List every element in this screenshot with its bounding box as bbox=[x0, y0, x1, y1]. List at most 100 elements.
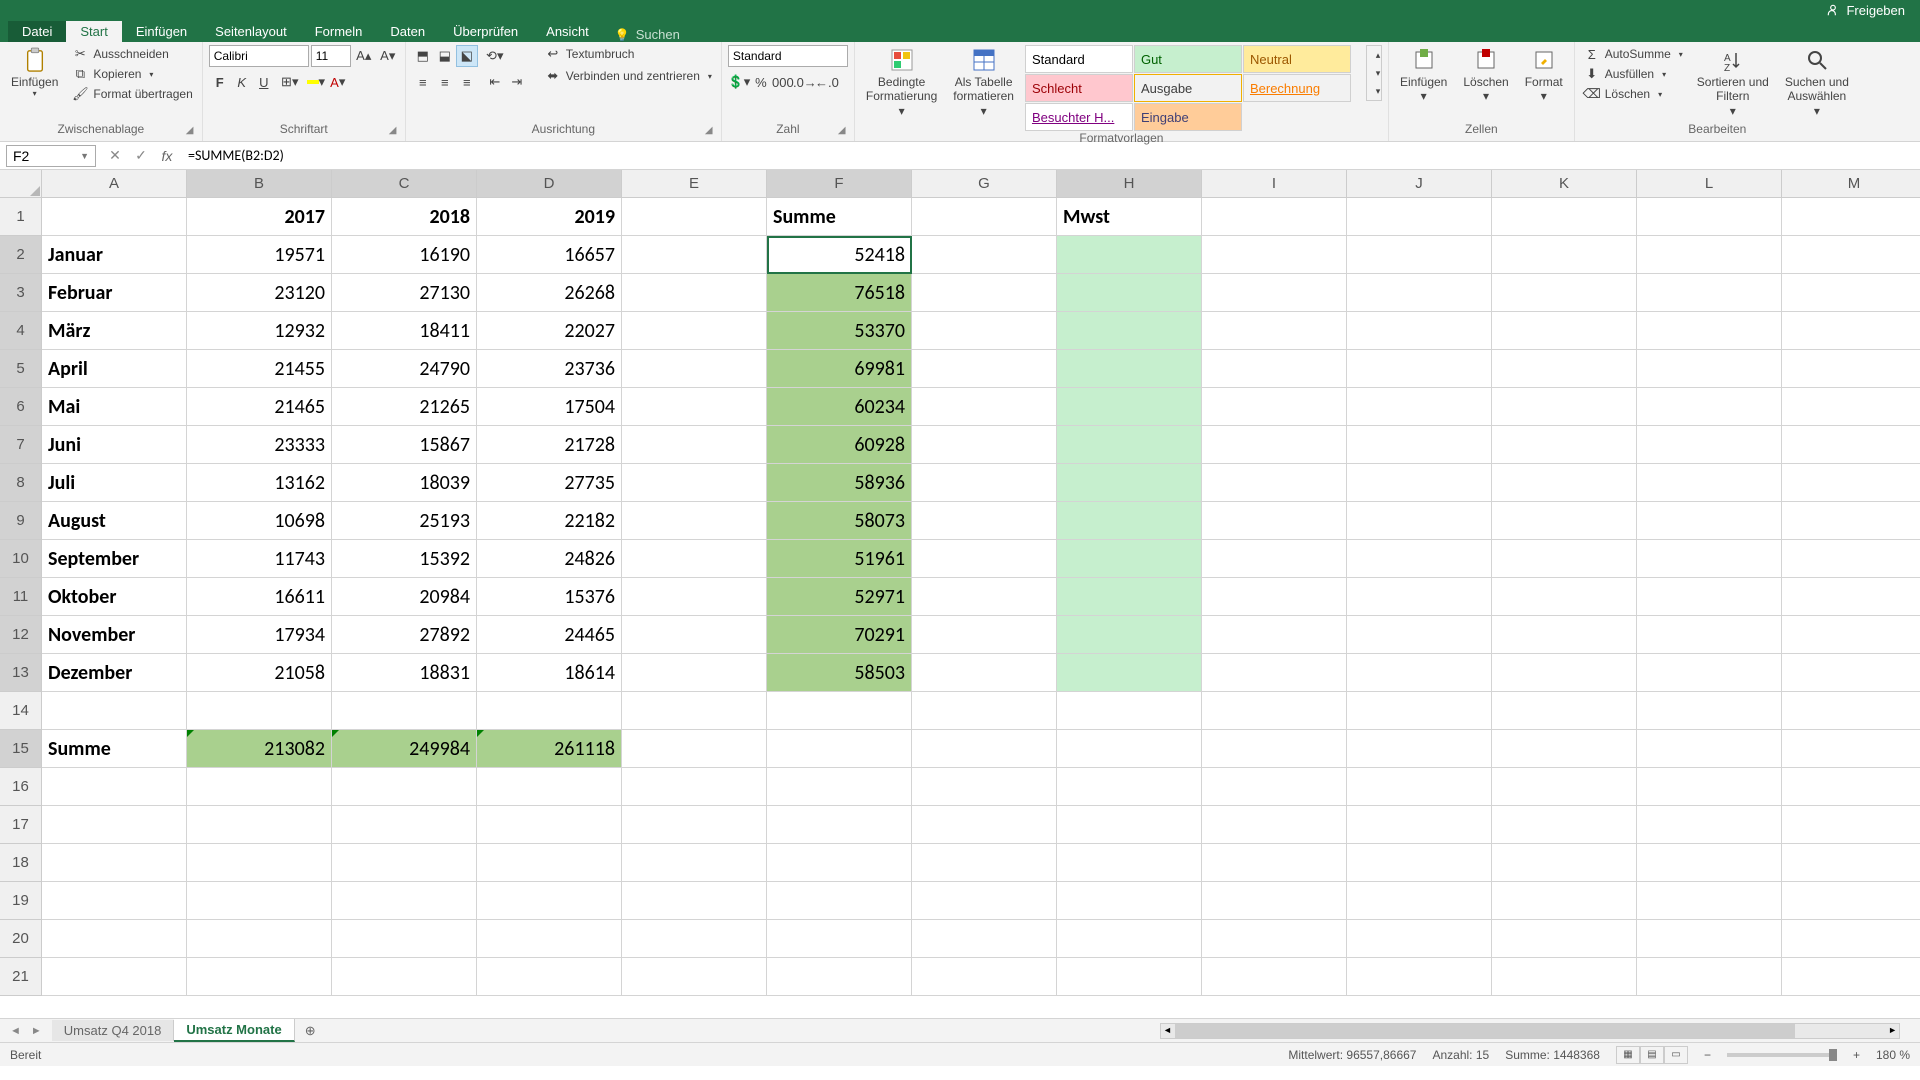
cell-J20[interactable] bbox=[1347, 920, 1492, 958]
insert-function-button[interactable]: fx bbox=[154, 145, 180, 167]
align-middle-button[interactable]: ⬓ bbox=[434, 45, 456, 67]
cell-F13[interactable]: 58503 bbox=[767, 654, 912, 692]
cell-I2[interactable] bbox=[1202, 236, 1347, 274]
cell-M12[interactable] bbox=[1782, 616, 1920, 654]
cell-M5[interactable] bbox=[1782, 350, 1920, 388]
cell-F18[interactable] bbox=[767, 844, 912, 882]
cell-F1[interactable]: Summe bbox=[767, 198, 912, 236]
cell-C12[interactable]: 27892 bbox=[332, 616, 477, 654]
row-header-15[interactable]: 15 bbox=[0, 730, 42, 768]
cell-B18[interactable] bbox=[187, 844, 332, 882]
cell-D20[interactable] bbox=[477, 920, 622, 958]
cell-I8[interactable] bbox=[1202, 464, 1347, 502]
cell-F11[interactable]: 52971 bbox=[767, 578, 912, 616]
row-header-14[interactable]: 14 bbox=[0, 692, 42, 730]
cell-K20[interactable] bbox=[1492, 920, 1637, 958]
zoom-out-button[interactable]: − bbox=[1704, 1048, 1711, 1062]
conditional-formatting-button[interactable]: Bedingte Formatierung▾ bbox=[861, 45, 942, 120]
cell-A6[interactable]: Mai bbox=[42, 388, 187, 426]
styles-more[interactable]: ▾ bbox=[1367, 82, 1389, 100]
col-header-F[interactable]: F bbox=[767, 170, 912, 198]
cell-F12[interactable]: 70291 bbox=[767, 616, 912, 654]
cell-G15[interactable] bbox=[912, 730, 1057, 768]
cell-style-eingabe[interactable]: Eingabe bbox=[1134, 103, 1242, 131]
cell-G7[interactable] bbox=[912, 426, 1057, 464]
cell-B12[interactable]: 17934 bbox=[187, 616, 332, 654]
cell-style-neutral[interactable]: Neutral bbox=[1243, 45, 1351, 73]
cell-J2[interactable] bbox=[1347, 236, 1492, 274]
cell-F7[interactable]: 60928 bbox=[767, 426, 912, 464]
cut-button[interactable]: ✂Ausschneiden bbox=[69, 45, 195, 63]
cell-K19[interactable] bbox=[1492, 882, 1637, 920]
cell-M10[interactable] bbox=[1782, 540, 1920, 578]
cell-K9[interactable] bbox=[1492, 502, 1637, 540]
cell-K11[interactable] bbox=[1492, 578, 1637, 616]
cell-C17[interactable] bbox=[332, 806, 477, 844]
cell-A5[interactable]: April bbox=[42, 350, 187, 388]
cell-style-standard[interactable]: Standard bbox=[1025, 45, 1133, 73]
cell-D17[interactable] bbox=[477, 806, 622, 844]
share-button[interactable]: Freigeben bbox=[1826, 3, 1905, 18]
cell-style-schlecht[interactable]: Schlecht bbox=[1025, 74, 1133, 102]
cell-M14[interactable] bbox=[1782, 692, 1920, 730]
align-top-button[interactable]: ⬒ bbox=[412, 45, 434, 67]
cell-K5[interactable] bbox=[1492, 350, 1637, 388]
cell-A19[interactable] bbox=[42, 882, 187, 920]
cell-A18[interactable] bbox=[42, 844, 187, 882]
cell-G16[interactable] bbox=[912, 768, 1057, 806]
cell-H8[interactable] bbox=[1057, 464, 1202, 502]
horizontal-scrollbar[interactable]: ◄► bbox=[1160, 1023, 1900, 1039]
cell-H7[interactable] bbox=[1057, 426, 1202, 464]
cells-area[interactable]: 201720182019SummeMwstJanuar1957116190166… bbox=[42, 198, 1920, 996]
sheet-tab-1[interactable]: Umsatz Q4 2018 bbox=[52, 1020, 175, 1041]
styles-scroll-down[interactable]: ▾ bbox=[1367, 64, 1389, 82]
cell-J15[interactable] bbox=[1347, 730, 1492, 768]
cell-D14[interactable] bbox=[477, 692, 622, 730]
increase-font-button[interactable]: A▴ bbox=[353, 45, 375, 67]
namebox-dropdown-icon[interactable]: ▼ bbox=[80, 151, 89, 161]
cell-C20[interactable] bbox=[332, 920, 477, 958]
merge-center-button[interactable]: ⬌Verbinden und zentrieren▾ bbox=[542, 67, 715, 85]
cell-F6[interactable]: 60234 bbox=[767, 388, 912, 426]
col-header-I[interactable]: I bbox=[1202, 170, 1347, 198]
row-header-3[interactable]: 3 bbox=[0, 274, 42, 312]
sheet-nav-next-icon[interactable]: ► bbox=[31, 1025, 42, 1037]
cell-L16[interactable] bbox=[1637, 768, 1782, 806]
cell-J21[interactable] bbox=[1347, 958, 1492, 996]
cell-J12[interactable] bbox=[1347, 616, 1492, 654]
cell-K18[interactable] bbox=[1492, 844, 1637, 882]
cell-D2[interactable]: 16657 bbox=[477, 236, 622, 274]
row-header-8[interactable]: 8 bbox=[0, 464, 42, 502]
cell-H12[interactable] bbox=[1057, 616, 1202, 654]
cell-L8[interactable] bbox=[1637, 464, 1782, 502]
cell-K21[interactable] bbox=[1492, 958, 1637, 996]
cell-D18[interactable] bbox=[477, 844, 622, 882]
cell-H20[interactable] bbox=[1057, 920, 1202, 958]
cell-B4[interactable]: 12932 bbox=[187, 312, 332, 350]
cell-H18[interactable] bbox=[1057, 844, 1202, 882]
tab-data[interactable]: Daten bbox=[376, 21, 439, 42]
number-dialog-launcher[interactable]: ◢ bbox=[838, 125, 852, 139]
cell-J1[interactable] bbox=[1347, 198, 1492, 236]
row-header-17[interactable]: 17 bbox=[0, 806, 42, 844]
cell-J9[interactable] bbox=[1347, 502, 1492, 540]
cell-A12[interactable]: November bbox=[42, 616, 187, 654]
fill-button[interactable]: ⬇Ausfüllen▾ bbox=[1581, 65, 1686, 83]
cell-L20[interactable] bbox=[1637, 920, 1782, 958]
number-format-select[interactable] bbox=[728, 45, 848, 67]
cell-H14[interactable] bbox=[1057, 692, 1202, 730]
cell-H2[interactable] bbox=[1057, 236, 1202, 274]
cell-A13[interactable]: Dezember bbox=[42, 654, 187, 692]
cell-M3[interactable] bbox=[1782, 274, 1920, 312]
cell-D3[interactable]: 26268 bbox=[477, 274, 622, 312]
cell-A10[interactable]: September bbox=[42, 540, 187, 578]
cell-K14[interactable] bbox=[1492, 692, 1637, 730]
cell-J14[interactable] bbox=[1347, 692, 1492, 730]
cell-J5[interactable] bbox=[1347, 350, 1492, 388]
cell-F4[interactable]: 53370 bbox=[767, 312, 912, 350]
format-cells-button[interactable]: Format▾ bbox=[1520, 45, 1568, 106]
cell-M13[interactable] bbox=[1782, 654, 1920, 692]
tab-insert[interactable]: Einfügen bbox=[122, 21, 201, 42]
cell-J6[interactable] bbox=[1347, 388, 1492, 426]
cell-J19[interactable] bbox=[1347, 882, 1492, 920]
